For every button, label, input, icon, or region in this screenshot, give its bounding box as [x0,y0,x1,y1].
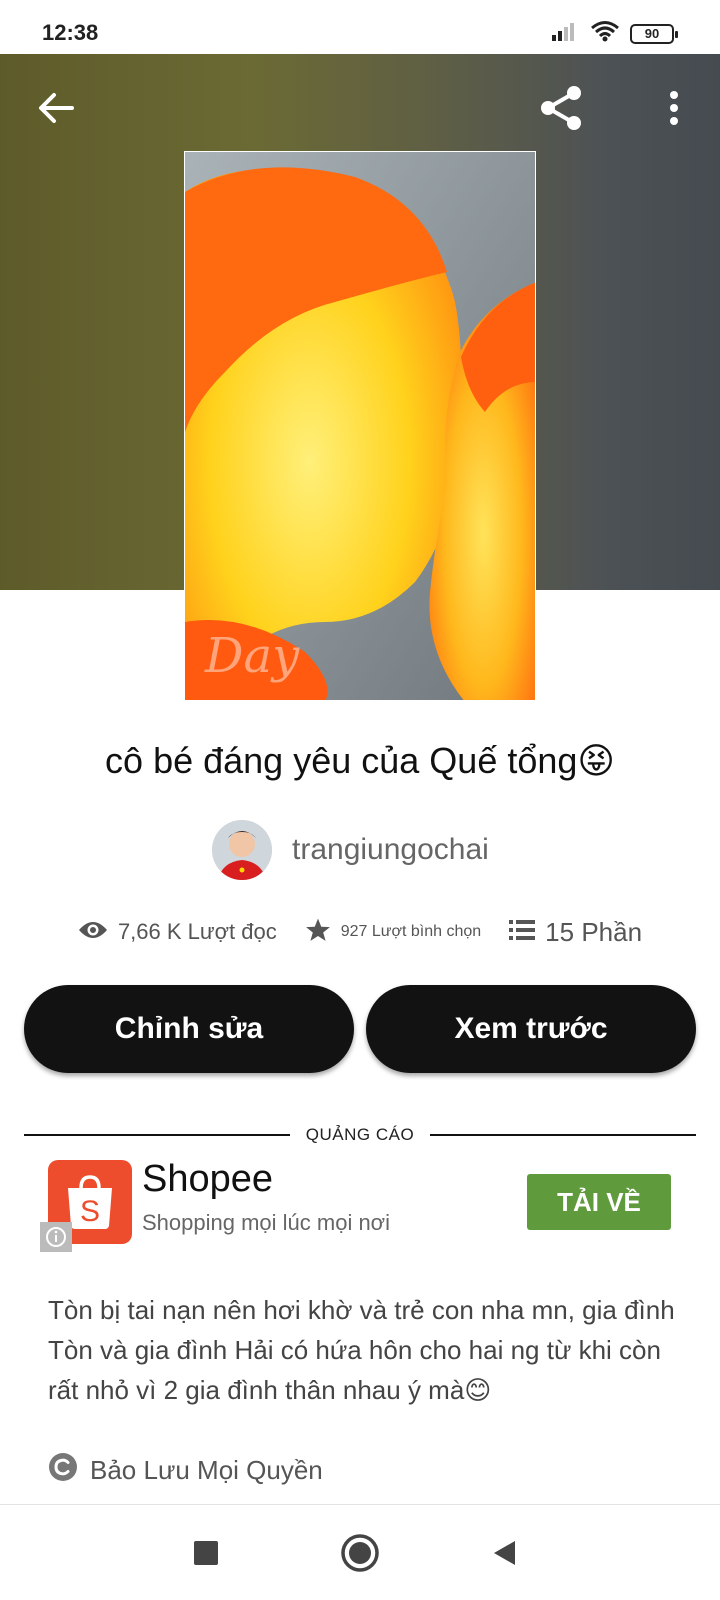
story-description: Tòn bị tai nạn nên hơi khờ và trẻ con nh… [48,1295,675,1405]
votes-count: 927 Lượt bình chọn [340,923,482,940]
home-circle-icon [340,1533,380,1578]
copyright-icon [48,1452,78,1489]
author-row[interactable]: trangiungochai [212,820,489,880]
share-button[interactable] [534,82,590,138]
divider-line-right [430,1134,696,1136]
home-button[interactable] [338,1533,382,1577]
ad-card[interactable]: S Shopee Shopping mọi lúc mọi nơi TẢI VỀ [24,1156,696,1256]
divider-line-left [24,1134,290,1136]
ad-app-name[interactable]: Shopee [142,1158,273,1201]
votes-stat: 927 Lượt bình chọn [305,917,481,948]
battery-icon: 90 [630,23,678,44]
edit-button[interactable]: Chỉnh sửa [24,985,354,1073]
back-triangle-icon [491,1539,517,1572]
preview-button[interactable]: Xem trước [366,985,696,1073]
status-bar: 12:38 90 [0,0,720,54]
copyright-text: Bảo Lưu Mọi Quyền [90,1454,323,1485]
action-buttons: Chỉnh sửa Xem trước [24,985,696,1073]
cover-artwork: Day [185,152,535,700]
share-icon [538,84,586,137]
eye-icon [78,920,108,945]
back-button[interactable] [28,82,84,138]
story-title: cô bé đáng yêu của Quế tổng😝 [105,740,615,781]
ad-tagline: Shopping mọi lúc mọi nơi [142,1210,390,1235]
ad-label: QUẢNG CÁO [305,1125,415,1144]
copyright-row: Bảo Lưu Mọi Quyền [48,1450,323,1490]
wifi-icon [590,20,620,47]
story-cover-image[interactable]: Day [184,151,536,701]
ad-download-button[interactable]: TẢI VỀ [527,1174,671,1230]
recents-button[interactable] [184,1533,228,1577]
author-avatar[interactable] [212,820,272,880]
system-nav-bar [0,1504,720,1600]
svg-text:Day: Day [204,628,300,684]
parts-stat[interactable]: 15 Phần [509,917,642,948]
more-vertical-icon [669,90,679,131]
back-arrow-icon [38,92,74,129]
status-icons: 90 [552,20,678,47]
parts-count[interactable]: 15 Phần [545,917,642,948]
signal-icon [552,21,580,46]
author-name[interactable]: trangiungochai [292,833,489,867]
svg-text:S: S [80,1195,100,1228]
star-icon [305,917,331,948]
ad-divider: QUẢNG CÁO [24,1121,696,1149]
status-time: 12:38 [42,20,99,45]
nav-back-button[interactable] [482,1533,526,1577]
list-icon [509,919,536,946]
story-stats: 7,66 K Lượt đọc 927 Lượt bình chọn 15 Ph… [0,912,720,952]
reads-stat: 7,66 K Lượt đọc [78,919,277,945]
reads-count: 7,66 K Lượt đọc [117,919,277,944]
recents-square-icon [193,1540,219,1571]
more-options-button[interactable] [646,82,702,138]
ad-info-icon[interactable] [40,1222,72,1252]
